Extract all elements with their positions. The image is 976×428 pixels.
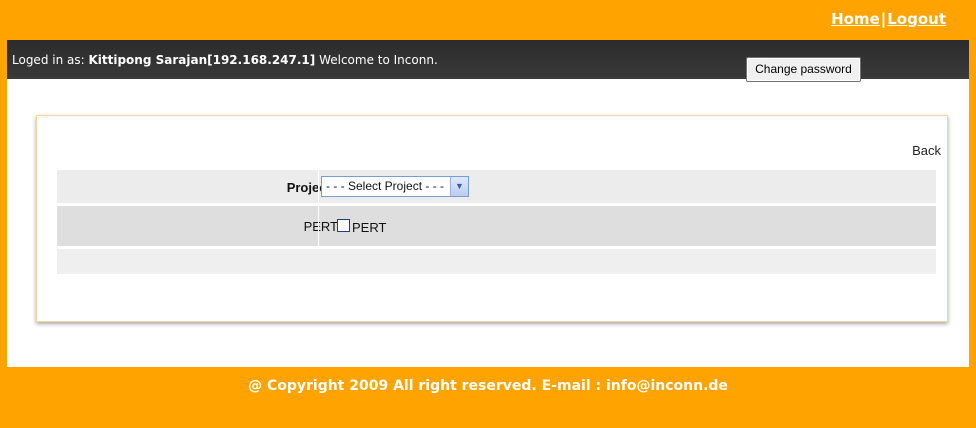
login-prefix: Loged in as: [12, 53, 89, 67]
chevron-down-icon[interactable]: ▼ [450, 177, 468, 196]
change-password-button[interactable]: Change password [746, 57, 861, 82]
empty-row [57, 249, 936, 274]
login-status: Loged in as: Kittipong Sarajan[192.168.2… [12, 53, 438, 67]
top-nav: Home|Logout [831, 10, 946, 28]
project-select[interactable]: - - - Select Project - - - ▼ [321, 176, 469, 197]
pert-row: PERT PERT [57, 206, 936, 246]
row-divider [318, 206, 319, 246]
pert-checkbox-label[interactable]: PERT [352, 220, 386, 235]
pert-checkbox[interactable] [337, 219, 350, 232]
project-row: Project : - - - Select Project - - - ▼ [57, 170, 936, 203]
header-bar: Loged in as: Kittipong Sarajan[192.168.2… [7, 40, 969, 82]
nav-separator: | [880, 10, 887, 28]
project-select-value: - - - Select Project - - - [326, 179, 445, 193]
footer-copyright: @ Copyright 2009 All right reserved. E-m… [248, 378, 728, 394]
logout-link[interactable]: Logout [887, 10, 946, 28]
main-panel: Loged in as: Kittipong Sarajan[192.168.2… [7, 40, 969, 367]
logged-user: Kittipong Sarajan[192.168.247.1] [88, 53, 316, 67]
content-box: Back Project : - - - Select Project - - … [36, 115, 948, 322]
welcome-text: Welcome to Inconn. [315, 53, 438, 67]
home-link[interactable]: Home [831, 10, 880, 28]
row-divider [318, 170, 319, 203]
pert-label: PERT [303, 219, 338, 234]
back-link[interactable]: Back [912, 143, 941, 158]
